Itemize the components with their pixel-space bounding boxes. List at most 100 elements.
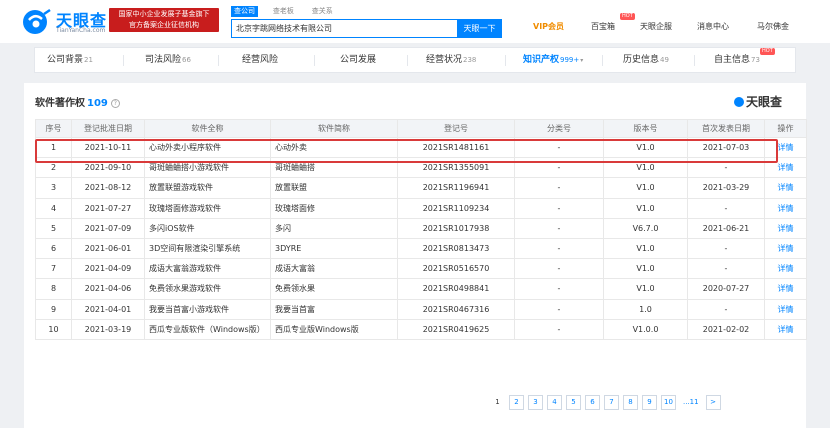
software-full-name: 西瓜专业版软件（Windows版） <box>144 318 271 340</box>
approval-date: 2021-10-11 <box>71 136 145 159</box>
registration-number: 2021SR0813473 <box>397 237 515 260</box>
first-publish-date: - <box>687 157 765 179</box>
software-short-name: 多闪 <box>270 217 398 239</box>
tab-self-info[interactable]: 自主信息73 <box>714 48 760 72</box>
row-index: 6 <box>35 237 72 260</box>
approval-date: 2021-04-06 <box>71 278 145 300</box>
tab-label: 经营风险 <box>242 55 279 65</box>
page-button[interactable]: 6 <box>585 395 600 410</box>
registration-number: 2021SR0498841 <box>397 278 515 300</box>
version-number: V1.0 <box>603 278 688 300</box>
details-link[interactable]: 详情 <box>764 177 807 199</box>
approval-date: 2021-03-19 <box>71 318 145 340</box>
details-link[interactable]: 详情 <box>764 278 807 300</box>
table-row: 10 2021-03-19 西瓜专业版软件（Windows版） 西瓜专业版Window… <box>35 318 807 340</box>
row-index: 3 <box>35 177 72 199</box>
approval-date: 2021-07-27 <box>71 197 145 219</box>
tab-business-status[interactable]: 经营状况238 <box>426 48 476 72</box>
enterprise-service-link[interactable]: 天眼企服 <box>640 21 672 32</box>
tab-history[interactable]: 历史信息49 <box>623 48 669 72</box>
classification-number: - <box>514 237 604 260</box>
software-short-name: 我要当首富 <box>270 298 398 320</box>
section-title-text: 软件著作权 <box>35 98 85 109</box>
page-button[interactable]: 10 <box>661 395 676 410</box>
first-publish-date: 2021-06-21 <box>687 217 765 239</box>
page-button[interactable]: 3 <box>528 395 543 410</box>
software-full-name: 心动外卖小程序软件 <box>144 136 271 159</box>
message-center-link[interactable]: 消息中心 <box>697 21 729 32</box>
page-button[interactable]: 9 <box>642 395 657 410</box>
column-header: 软件全称 <box>144 119 271 138</box>
tab-count: 66 <box>182 56 191 64</box>
registration-number: 2021SR0467316 <box>397 298 515 320</box>
column-header: 软件简称 <box>270 119 398 138</box>
version-number: 1.0 <box>603 298 688 320</box>
classification-number: - <box>514 136 604 159</box>
row-index: 8 <box>35 278 72 300</box>
first-publish-date: 2021-07-03 <box>687 136 765 159</box>
search-tab-company[interactable]: 查公司 <box>231 6 258 17</box>
software-short-name: 3DYRE <box>270 237 398 260</box>
next-page-button[interactable]: > <box>705 395 721 410</box>
software-full-name: 3D空间有限渲染引擎系统 <box>144 237 271 260</box>
help-icon[interactable]: ? <box>110 99 120 108</box>
page-button[interactable]: 1 <box>490 395 505 410</box>
details-link[interactable]: 详情 <box>764 237 807 260</box>
tab-label: 司法风险 <box>145 55 182 65</box>
table-row: 5 2021-07-09 多闪iOS软件 多闪 2021SR1017938- V6.7.0… <box>35 217 807 239</box>
version-number: V1.0 <box>603 177 688 199</box>
tianyancha-logo-icon[interactable] <box>22 8 52 36</box>
software-short-name: 心动外卖 <box>270 136 398 159</box>
page-button[interactable]: 4 <box>547 395 562 410</box>
tab-count: 73 <box>751 56 760 64</box>
tab-intellectual-property[interactable]: 知识产权999+▾ <box>523 48 583 72</box>
search-tab-relation[interactable]: 查关系 <box>309 6 336 17</box>
software-full-name: 哥斑蛐蛐搭小游戏软件 <box>144 157 271 179</box>
search-tab-boss[interactable]: 查老板 <box>270 6 297 17</box>
page-button[interactable]: 2 <box>509 395 524 410</box>
column-header: 操作 <box>764 119 807 138</box>
page-button[interactable]: 7 <box>604 395 619 410</box>
vip-link[interactable]: VIP会员 <box>533 21 564 32</box>
user-menu[interactable]: 马尔佛金 <box>757 21 789 32</box>
search-input[interactable] <box>231 19 458 38</box>
classification-number: - <box>514 258 604 280</box>
column-header: 序号 <box>35 119 72 138</box>
tab-divider <box>505 55 506 66</box>
details-link[interactable]: 详情 <box>764 258 807 280</box>
tab-legal-risk[interactable]: 司法风险66 <box>145 48 191 72</box>
tab-divider <box>407 55 408 66</box>
software-full-name: 我要当首富小游戏软件 <box>144 298 271 320</box>
tab-divider <box>694 55 695 66</box>
details-link[interactable]: 详情 <box>764 217 807 239</box>
table-row: 4 2021-07-27 玫瑰塔面修游戏软件 玫瑰塔面修 2021SR1109234- V… <box>35 197 807 219</box>
registration-number: 2021SR1017938 <box>397 217 515 239</box>
details-link[interactable]: 详情 <box>764 298 807 320</box>
details-link[interactable]: 详情 <box>764 197 807 219</box>
page-button[interactable]: ...11 <box>680 395 702 410</box>
details-link[interactable]: 详情 <box>764 157 807 179</box>
tab-business-risk[interactable]: 经营风险 <box>242 48 278 72</box>
first-publish-date: 2021-03-29 <box>687 177 765 199</box>
tab-divider <box>602 55 603 66</box>
toolbox-link[interactable]: 百宝箱 <box>591 21 615 32</box>
registration-number: 2021SR0419625 <box>397 318 515 340</box>
page-button[interactable]: 8 <box>623 395 638 410</box>
tab-company-background[interactable]: 公司背景21 <box>47 48 93 72</box>
promo-line-2: 官方备案企业征信机构 <box>129 21 199 29</box>
details-link[interactable]: 详情 <box>764 136 807 159</box>
registration-number: 2021SR1355091 <box>397 157 515 179</box>
tianyancha-logo-icon <box>733 97 744 107</box>
software-copyright-table: 序号 登记批准日期 软件全称 软件简称 登记号 分类号 版本号 首次发表日期 操… <box>35 119 807 340</box>
table-row: 6 2021-06-01 3D空间有限渲染引擎系统 3DYRE 2021SR081347… <box>35 237 807 260</box>
software-full-name: 成语大富翁游戏软件 <box>144 258 271 280</box>
software-full-name: 多闪iOS软件 <box>144 217 271 239</box>
promo-banner[interactable]: 国家中小企业发展子基金旗下 官方备案企业征信机构 <box>109 8 219 32</box>
tab-company-development[interactable]: 公司发展 <box>340 48 376 72</box>
search-button[interactable]: 天眼一下 <box>457 19 502 38</box>
software-full-name: 玫瑰塔面修游戏软件 <box>144 197 271 219</box>
software-short-name: 放置联盟 <box>270 177 398 199</box>
details-link[interactable]: 详情 <box>764 318 807 340</box>
page-button[interactable]: 5 <box>566 395 581 410</box>
software-short-name: 西瓜专业版Windows版 <box>270 318 398 340</box>
